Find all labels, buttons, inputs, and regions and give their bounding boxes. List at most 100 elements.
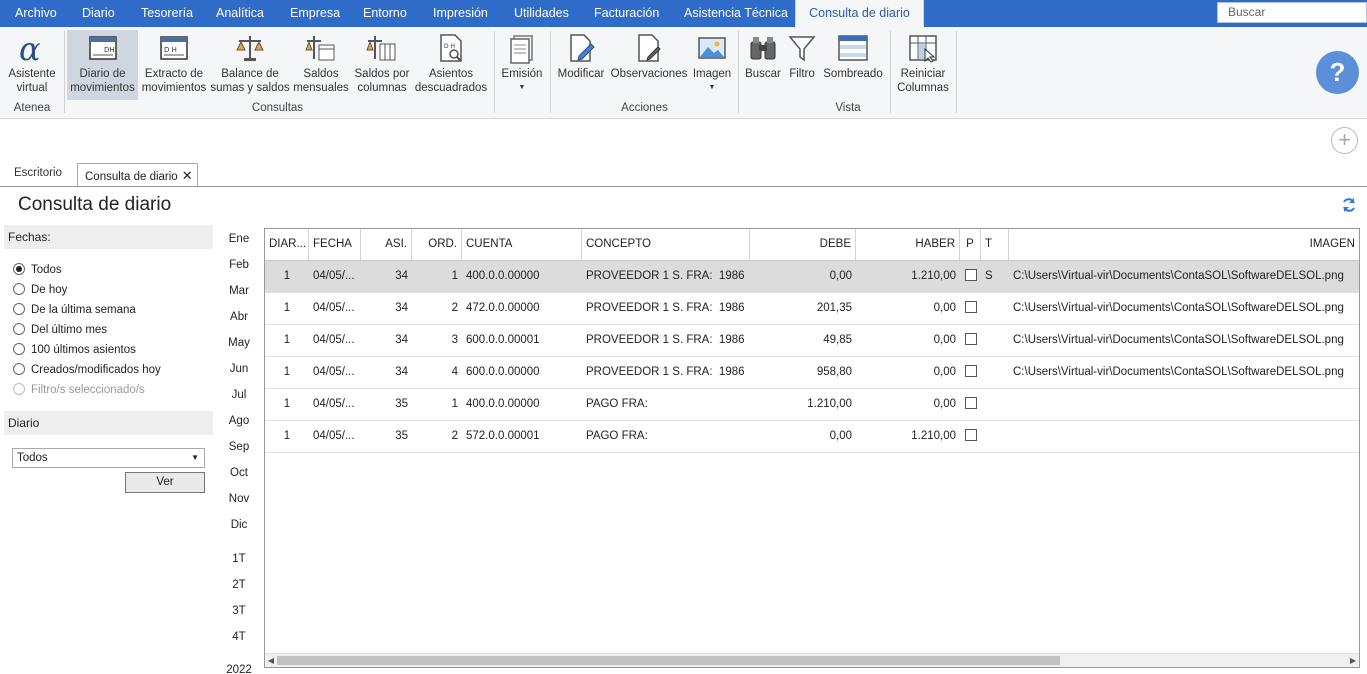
table-row[interactable]: 1 04/05/... 34 3 600.0.0.00001 PROVEEDOR… [265, 325, 1359, 357]
table-row[interactable]: 1 04/05/... 35 2 572.0.0.00001 PAGO FRA:… [265, 421, 1359, 453]
refresh-icon[interactable] [1341, 197, 1357, 213]
cell-haber: 0,00 [933, 366, 956, 378]
extract-window-icon: D H [160, 36, 188, 60]
scale-columns-icon [366, 36, 396, 61]
asientos-descuadrados-button[interactable]: D H Asientos descuadrados [414, 30, 488, 100]
saldos-por-columnas-button[interactable]: Saldos por columnas [352, 30, 412, 100]
col-header-t[interactable]: T [981, 229, 1009, 260]
cell-diario: 1 [283, 334, 291, 346]
modificar-button[interactable]: Modificar [555, 30, 607, 100]
diario-de-movimientos-button[interactable]: DH Diario de movimientos [67, 30, 138, 100]
punteo-checkbox[interactable] [964, 269, 977, 281]
radio-todos[interactable]: Todos [13, 263, 62, 276]
col-header-p[interactable]: P [960, 229, 981, 260]
col-header-debe[interactable]: DEBE [750, 229, 856, 260]
close-icon[interactable]: ✕ [182, 168, 193, 183]
month-ene[interactable]: Ene [218, 233, 260, 245]
scroll-left-icon[interactable]: ◀ [265, 654, 277, 667]
extracto-de-movimientos-button[interactable]: D H Extracto de movimientos [140, 30, 208, 100]
col-header-cuenta[interactable]: CUENTA [462, 229, 582, 260]
table-row[interactable]: 1 04/05/... 34 2 472.0.0.00000 PROVEEDOR… [265, 293, 1359, 325]
group-label-vista: Vista [835, 102, 861, 114]
cell-asi: 34 [395, 270, 408, 282]
radio-creados-modificados-hoy[interactable]: Creados/modificados hoy [13, 363, 161, 376]
add-tab-button[interactable]: + [1331, 127, 1358, 154]
search-input[interactable]: Buscar [1217, 2, 1367, 23]
asistente-virtual-button[interactable]: α Asistente virtual [2, 30, 62, 100]
menu-archivo[interactable]: Archivo [15, 0, 57, 27]
table-row[interactable]: 1 04/05/... 34 1 400.0.0.00000 PROVEEDOR… [265, 261, 1359, 293]
month-jun[interactable]: Jun [218, 363, 260, 375]
table-row[interactable]: 1 04/05/... 34 4 600.0.0.00000 PROVEEDOR… [265, 357, 1359, 389]
menu-asistencia-tecnica[interactable]: Asistencia Técnica [684, 0, 788, 27]
tab-consulta-de-diario[interactable]: Consulta de diario ✕ [77, 163, 198, 187]
cell-t [981, 357, 1009, 388]
menu-facturacion[interactable]: Facturación [594, 0, 659, 27]
balance-sumas-saldos-button[interactable]: Balance de sumas y saldos [210, 30, 290, 100]
punteo-checkbox[interactable] [964, 301, 977, 313]
menu-consulta-de-diario[interactable]: Consulta de diario [795, 0, 924, 27]
reiniciar-columnas-button[interactable]: Reiniciar Columnas [892, 30, 954, 100]
col-header-haber[interactable]: HABER [856, 229, 960, 260]
cell-asi: 35 [395, 430, 408, 442]
month-abr[interactable]: Abr [218, 311, 260, 323]
help-button[interactable]: ? [1316, 51, 1359, 94]
month-oct[interactable]: Oct [218, 467, 260, 479]
cell-cuenta: 400.0.0.00000 [466, 270, 540, 282]
col-header-ord[interactable]: ORD. [412, 229, 462, 260]
year-label[interactable]: 2022 [218, 664, 260, 674]
month-mar[interactable]: Mar [218, 285, 260, 297]
filtro-button[interactable]: Filtro [786, 30, 818, 100]
saldos-mensuales-button[interactable]: Saldos mensuales [292, 30, 350, 100]
menu-impresion[interactable]: Impresión [433, 0, 488, 27]
grid-header-row: DIAR... FECHA ASI. ORD. CUENTA CONCEPTO … [265, 229, 1359, 261]
cell-t [981, 325, 1009, 356]
ribbon: α Asistente virtual Atenea DH Diario de … [0, 27, 1367, 119]
month-ago[interactable]: Ago [218, 415, 260, 427]
radio-ultima-semana[interactable]: De la última semana [13, 303, 136, 316]
month-nov[interactable]: Nov [218, 493, 260, 505]
radio-de-hoy[interactable]: De hoy [13, 283, 67, 296]
month-dic[interactable]: Dic [218, 519, 260, 531]
horizontal-scrollbar[interactable]: ◀ ▶ [265, 653, 1359, 667]
col-header-imagen[interactable]: IMAGEN [1009, 229, 1359, 260]
menu-empresa[interactable]: Empresa [290, 0, 340, 27]
quarter-2t[interactable]: 2T [218, 579, 260, 591]
ver-button[interactable]: Ver [125, 472, 205, 493]
punteo-checkbox[interactable] [964, 429, 977, 441]
col-header-concepto[interactable]: CONCEPTO [582, 229, 750, 260]
month-may[interactable]: May [218, 337, 260, 349]
buscar-button[interactable]: Buscar [742, 30, 784, 100]
col-header-asi[interactable]: ASI. [361, 229, 412, 260]
radio-ultimo-mes[interactable]: Del último mes [13, 323, 107, 336]
quarter-1t[interactable]: 1T [218, 553, 260, 565]
col-header-diario[interactable]: DIAR... [265, 229, 309, 260]
table-row[interactable]: 1 04/05/... 35 1 400.0.0.00000 PAGO FRA:… [265, 389, 1359, 421]
col-header-fecha[interactable]: FECHA [309, 229, 361, 260]
emision-dropdown-button[interactable]: Emisión ▼ [498, 30, 546, 100]
month-jul[interactable]: Jul [218, 389, 260, 401]
quarter-3t[interactable]: 3T [218, 605, 260, 617]
journal-grid: DIAR... FECHA ASI. ORD. CUENTA CONCEPTO … [264, 228, 1360, 668]
scroll-right-icon[interactable]: ▶ [1347, 654, 1359, 667]
diario-select[interactable]: Todos ▼ [12, 448, 205, 468]
cell-t [981, 421, 1009, 452]
menu-tesoreria[interactable]: Tesorería [141, 0, 193, 27]
quarter-4t[interactable]: 4T [218, 631, 260, 643]
observaciones-button[interactable]: Observaciones [610, 30, 688, 100]
menu-entorno[interactable]: Entorno [363, 0, 407, 27]
scrollbar-thumb[interactable] [277, 656, 1060, 665]
punteo-checkbox[interactable] [964, 397, 977, 409]
sombreado-button[interactable]: Sombreado [820, 30, 886, 100]
tab-escritorio[interactable]: Escritorio [14, 167, 62, 179]
punteo-checkbox[interactable] [964, 365, 977, 377]
cell-haber: 0,00 [933, 334, 956, 346]
radio-100-ultimos-asientos[interactable]: 100 últimos asientos [13, 343, 136, 356]
punteo-checkbox[interactable] [964, 333, 977, 345]
menu-utilidades[interactable]: Utilidades [514, 0, 569, 27]
imagen-dropdown-button[interactable]: Imagen ▼ [690, 30, 734, 100]
month-feb[interactable]: Feb [218, 259, 260, 271]
menu-analitica[interactable]: Analítica [216, 0, 264, 27]
month-sep[interactable]: Sep [218, 441, 260, 453]
menu-diario[interactable]: Diario [82, 0, 115, 27]
